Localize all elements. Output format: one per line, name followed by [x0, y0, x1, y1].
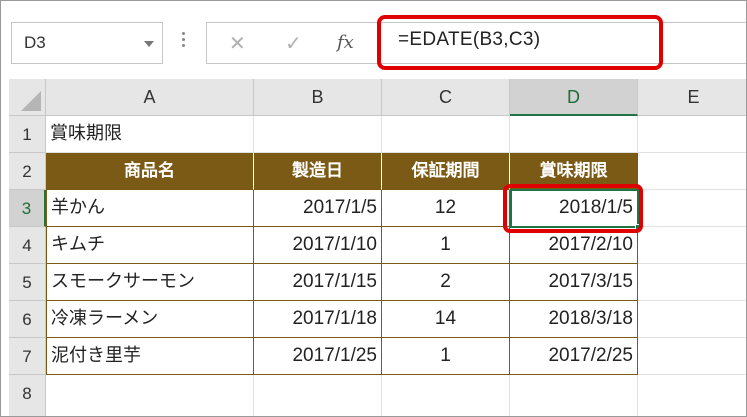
table-cell-name[interactable]: 泥付き里芋 — [46, 338, 254, 375]
cell-a8[interactable] — [46, 375, 254, 416]
select-all-button[interactable] — [9, 79, 46, 116]
row-header-8[interactable]: 8 — [9, 375, 46, 416]
table-header-made[interactable]: 製造日 — [254, 153, 382, 190]
cell-c8[interactable] — [382, 375, 510, 416]
table-cell-months[interactable]: 1 — [382, 227, 510, 264]
column-header-a[interactable]: A — [46, 79, 254, 116]
column-header-d[interactable]: D — [510, 79, 638, 116]
table-cell-name[interactable]: キムチ — [46, 227, 254, 264]
row-header-6[interactable]: 6 — [9, 301, 46, 338]
cell-d1[interactable] — [510, 116, 638, 153]
cell-b8[interactable] — [254, 375, 382, 416]
chevron-down-icon[interactable] — [144, 41, 154, 47]
name-box-value: D3 — [24, 33, 46, 52]
cell-e3[interactable] — [638, 190, 746, 227]
cell-d8[interactable] — [510, 375, 638, 416]
table-cell-made[interactable]: 2017/1/25 — [254, 338, 382, 375]
table-cell-months[interactable]: 1 — [382, 338, 510, 375]
cell-c1[interactable] — [382, 116, 510, 153]
table-cell-name[interactable]: 羊かん — [46, 190, 254, 227]
close-icon[interactable]: ✕ — [229, 31, 246, 55]
formula-bar: D3 ✕ ✓ fx =EDATE(B3,C3) — [2, 2, 746, 79]
cell-e5[interactable] — [638, 264, 746, 301]
table-cell-months[interactable]: 12 — [382, 190, 510, 227]
table-header-months[interactable]: 保証期間 — [382, 153, 510, 190]
cell-e7[interactable] — [638, 338, 746, 375]
row-header-4[interactable]: 4 — [9, 227, 46, 264]
excel-window: D3 ✕ ✓ fx =EDATE(B3,C3) A B C D E 1 2 3 … — [0, 0, 747, 417]
cell-e4[interactable] — [638, 227, 746, 264]
column-header-c[interactable]: C — [382, 79, 510, 116]
cell-a1[interactable]: 賞味期限 — [46, 116, 254, 153]
row-header-7[interactable]: 7 — [9, 338, 46, 375]
column-header-e[interactable]: E — [638, 79, 746, 116]
row-header-5[interactable]: 5 — [9, 264, 46, 301]
row-header-1[interactable]: 1 — [9, 116, 46, 153]
column-header-b[interactable]: B — [254, 79, 382, 116]
insert-function-icon[interactable]: fx — [337, 32, 354, 53]
name-box[interactable]: D3 — [11, 22, 163, 64]
cell-e2[interactable] — [638, 153, 746, 190]
cell-e8[interactable] — [638, 375, 746, 416]
table-header-name[interactable]: 商品名 — [46, 153, 254, 190]
table-cell-made[interactable]: 2017/1/10 — [254, 227, 382, 264]
table-cell-made[interactable]: 2017/1/18 — [254, 301, 382, 338]
drag-handle-icon[interactable] — [182, 30, 186, 50]
cell-b1[interactable] — [254, 116, 382, 153]
table-cell-expiry[interactable]: 2017/2/25 — [510, 338, 638, 375]
table-cell-made[interactable]: 2017/1/5 — [254, 190, 382, 227]
check-icon[interactable]: ✓ — [285, 31, 302, 55]
result-highlight-box — [503, 184, 643, 233]
table-cell-expiry[interactable]: 2018/3/18 — [510, 301, 638, 338]
cell-e1[interactable] — [638, 116, 746, 153]
row-header-3[interactable]: 3 — [9, 190, 46, 227]
table-cell-name[interactable]: 冷凍ラーメン — [46, 301, 254, 338]
table-cell-months[interactable]: 2 — [382, 264, 510, 301]
table-cell-made[interactable]: 2017/1/15 — [254, 264, 382, 301]
row-header-2[interactable]: 2 — [9, 153, 46, 190]
cell-e6[interactable] — [638, 301, 746, 338]
table-cell-expiry[interactable]: 2017/3/15 — [510, 264, 638, 301]
table-cell-name[interactable]: スモークサーモン — [46, 264, 254, 301]
table-cell-months[interactable]: 14 — [382, 301, 510, 338]
formula-highlight-box — [377, 15, 663, 70]
